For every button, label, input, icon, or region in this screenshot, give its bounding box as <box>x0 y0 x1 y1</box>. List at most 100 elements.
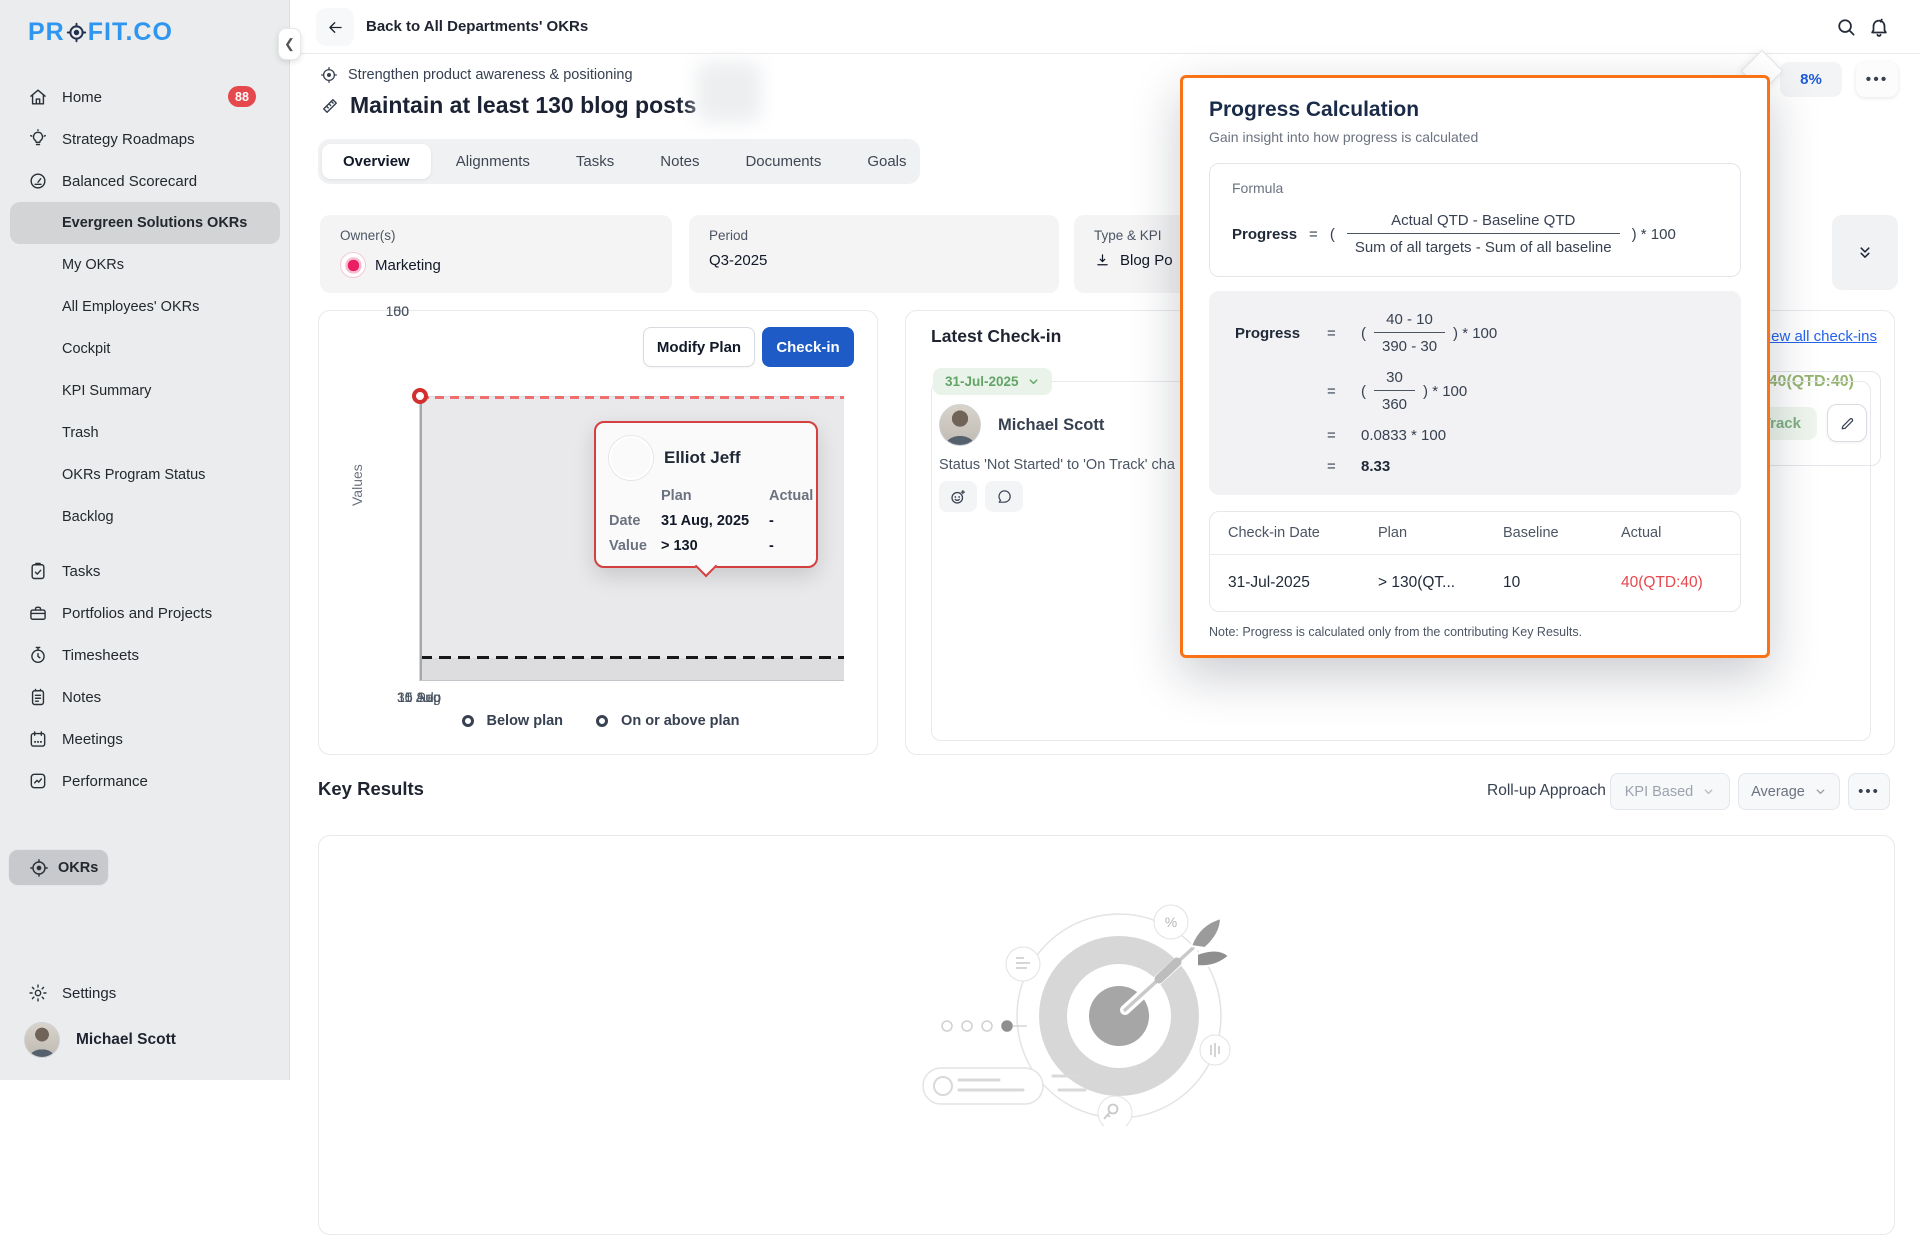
sidebar-item-backlog[interactable]: Backlog <box>0 496 290 538</box>
bell-icon[interactable] <box>1868 16 1890 38</box>
modal-title: Progress Calculation <box>1209 98 1741 122</box>
sidebar-item-label: Timesheets <box>62 647 139 664</box>
progress-percentage-badge[interactable]: 8% <box>1780 62 1842 97</box>
checkin-data-point-marker[interactable] <box>412 388 428 404</box>
sidebar-item-notes[interactable]: Notes <box>0 676 290 718</box>
key-results-title: Key Results <box>318 778 424 800</box>
sidebar-subitem-label: Trash <box>62 425 99 441</box>
modify-plan-button[interactable]: Modify Plan <box>643 327 755 367</box>
check-in-button[interactable]: Check-in <box>762 327 854 367</box>
sidebar-item-trash[interactable]: Trash <box>0 412 290 454</box>
x-tick: 30 Sep <box>397 689 441 705</box>
sidebar-item-my-okrs[interactable]: My OKRs <box>0 244 290 286</box>
cell-plan: > 130(QT... <box>1378 574 1503 592</box>
sidebar-subitem-label: All Employees' OKRs <box>62 299 199 315</box>
period-card: Period Q3-2025 <box>689 215 1059 293</box>
settings-label: Settings <box>62 985 116 1002</box>
sidebar-item-meetings[interactable]: Meetings <box>0 718 290 760</box>
progress-term: Progress <box>1235 325 1327 342</box>
profit-co-logo: PR FIT.CO <box>28 18 173 47</box>
tab-alignments[interactable]: Alignments <box>435 144 551 179</box>
redacted-badge <box>697 62 761 122</box>
checkin-date-badge[interactable]: 31-Jul-2025 <box>933 368 1052 395</box>
home-notification-badge: 88 <box>228 86 256 107</box>
sidebar-subitem-label: Evergreen Solutions OKRs <box>62 215 247 231</box>
close-paren-multiplier: ) * 100 <box>1632 226 1676 243</box>
select-value: Average <box>1751 784 1805 800</box>
sidebar-item-performance[interactable]: Performance <box>0 760 290 802</box>
sidebar-item-settings[interactable]: Settings <box>0 972 290 1014</box>
add-reaction-button[interactable] <box>939 481 977 512</box>
formula-label: Formula <box>1232 180 1718 196</box>
sidebar-item-label: Meetings <box>62 731 123 748</box>
tab-goals[interactable]: Goals <box>846 144 927 179</box>
rollup-kpi-based-select[interactable]: KPI Based <box>1610 773 1730 810</box>
tab-documents[interactable]: Documents <box>724 144 842 179</box>
back-button[interactable] <box>316 8 354 46</box>
equals-sign: = <box>1327 427 1361 444</box>
tooltip-date-label: Date <box>609 513 661 529</box>
svg-text:%: % <box>1164 914 1176 930</box>
sidebar-item-label: Balanced Scorecard <box>62 173 197 190</box>
logo-text-pre: PR <box>28 18 65 47</box>
michael-scott-avatar <box>939 404 981 446</box>
sidebar-item-label: Strategy Roadmaps <box>62 131 195 148</box>
tooltip-date-plan: 31 Aug, 2025 <box>661 513 769 529</box>
sidebar-item-cockpit[interactable]: Cockpit <box>0 328 290 370</box>
view-all-checkins-link[interactable]: View all check-ins <box>1758 328 1877 345</box>
key-results-more-button[interactable]: ••• <box>1848 773 1890 810</box>
search-icon[interactable] <box>1835 16 1857 38</box>
sidebar-item-tasks[interactable]: Tasks <box>0 550 290 592</box>
cell-baseline: 10 <box>1503 574 1621 592</box>
download-icon <box>1094 252 1111 269</box>
progress-chart-card: Modify Plan Check-in Values 0 50 100 1 J… <box>318 310 878 755</box>
more-options-button[interactable]: ••• <box>1856 62 1898 97</box>
cell-actual: 40(QTD:40) <box>1621 574 1722 592</box>
performance-chart-icon <box>28 771 48 791</box>
sidebar-item-all-employees-okrs[interactable]: All Employees' OKRs <box>0 286 290 328</box>
checkin-status-text: Status 'Not Started' to 'On Track' cha <box>939 457 1175 473</box>
sidebar-item-timesheets[interactable]: Timesheets <box>0 634 290 676</box>
stopwatch-icon <box>28 645 48 665</box>
target-icon <box>29 858 49 878</box>
sidebar-item-kpi-summary[interactable]: KPI Summary <box>0 370 290 412</box>
baseline-line <box>420 656 844 659</box>
tab-overview[interactable]: Overview <box>322 144 431 179</box>
chart-tooltip: Elliot Jeff Plan Actual Date 31 Aug, 202… <box>594 421 818 568</box>
rollup-approach-label: Roll-up Approach <box>1487 782 1606 800</box>
owner-label: Owner(s) <box>340 228 652 243</box>
chart-y-axis-label: Values <box>349 464 365 506</box>
tooltip-value-label: Value <box>609 538 661 554</box>
tooltip-user-name: Elliot Jeff <box>664 448 741 468</box>
col-plan: Plan <box>1378 525 1503 541</box>
comment-button[interactable] <box>985 481 1023 512</box>
parent-objective-title: Strengthen product awareness & positioni… <box>348 67 633 83</box>
tab-notes[interactable]: Notes <box>639 144 720 179</box>
sidebar-item-portfolios-and-projects[interactable]: Portfolios and Projects <box>0 592 290 634</box>
key-results-card: % <box>318 835 1895 1235</box>
tab-tasks[interactable]: Tasks <box>555 144 635 179</box>
chart-x-axis: 1 Jul 15 Aug 30 Sep <box>419 689 844 707</box>
rollup-average-select[interactable]: Average <box>1738 773 1840 810</box>
tooltip-date-actual: - <box>769 513 809 529</box>
sidebar-subitem-label: OKRs Program Status <box>62 467 205 483</box>
sidebar-item-okrs-program-status[interactable]: OKRs Program Status <box>0 454 290 496</box>
smiley-plus-icon <box>949 488 967 506</box>
open-paren: ( <box>1330 226 1335 243</box>
sidebar-item-evergreen-solutions-okrs[interactable]: Evergreen Solutions OKRs <box>10 202 280 244</box>
sidebar-item-balanced-scorecard[interactable]: Balanced Scorecard <box>0 160 290 202</box>
sidebar-user-profile[interactable]: Michael Scott <box>0 1014 290 1066</box>
legend-on-or-above-plan: On or above plan <box>591 713 739 729</box>
col-checkin-date: Check-in Date <box>1228 525 1378 541</box>
sidebar-item-strategy-roadmaps[interactable]: Strategy Roadmaps <box>0 118 290 160</box>
back-label[interactable]: Back to All Departments' OKRs <box>366 18 588 35</box>
step2-denominator: 360 <box>1374 391 1415 413</box>
double-chevron-down-icon <box>1856 244 1874 262</box>
step1-numerator: 40 - 10 <box>1374 311 1445 333</box>
sidebar-collapse-button[interactable]: ❮ <box>278 28 301 60</box>
sidebar-item-home[interactable]: Home 88 <box>0 76 290 118</box>
expand-info-cards-button[interactable] <box>1832 215 1898 290</box>
sidebar-item-label: Performance <box>62 773 148 790</box>
sidebar-item-label: Portfolios and Projects <box>62 605 212 622</box>
sidebar-item-okrs[interactable]: OKRs <box>8 849 109 886</box>
